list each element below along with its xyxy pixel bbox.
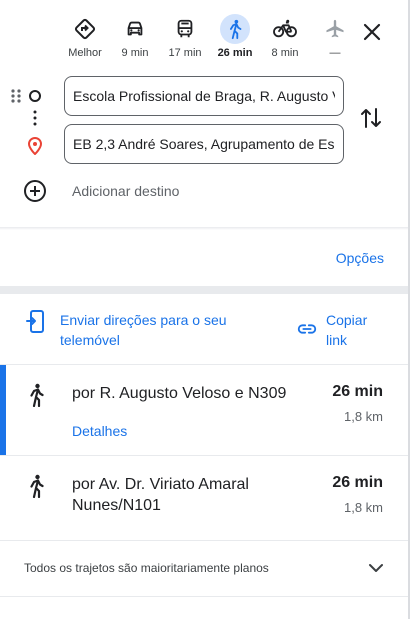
link-icon: [297, 324, 317, 334]
route-2-via: por Av. Dr. Viriato Amaral Nunes/N101: [72, 476, 249, 514]
add-destination-label: Adicionar destino: [72, 183, 180, 199]
route-1-time: 26 min: [332, 383, 383, 400]
add-destination-button[interactable]: Adicionar destino: [24, 180, 179, 202]
route-option-1[interactable]: por R. Augusto Veloso e N309 26 min 1,8 …: [0, 365, 408, 455]
swap-icon[interactable]: [360, 106, 382, 130]
route-1-distance: 1,8 km: [343, 409, 383, 424]
section-divider: [0, 286, 408, 294]
send-to-phone-icon: [26, 310, 44, 333]
copy-link-label: Copiar link: [326, 312, 368, 348]
mode-best-label: Melhor: [68, 47, 102, 59]
mode-car-label: 9 min: [121, 47, 149, 59]
destination-pin-icon: [28, 137, 42, 155]
route-option-2[interactable]: por Av. Dr. Viriato Amaral Nunes/N101 26…: [0, 456, 408, 540]
options-button[interactable]: Opções: [336, 250, 384, 266]
bus-icon: [170, 14, 200, 44]
send-directions-button[interactable]: Enviar direções para o seu telemóvel: [26, 310, 250, 350]
separator: [0, 596, 408, 597]
car-icon: [120, 14, 150, 44]
walking-icon: [30, 383, 44, 407]
route-1-details-link[interactable]: Detalhes: [72, 423, 127, 439]
airplane-icon: [320, 14, 350, 44]
chevron-down-icon[interactable]: [366, 560, 386, 576]
copy-link-button[interactable]: Copiar link: [296, 310, 376, 350]
walking-icon: [30, 474, 44, 498]
bicycle-icon: [270, 14, 300, 44]
diamond-turn-icon: [70, 14, 100, 44]
origin-input-value: Escola Profissional de Braga, R. Augusto…: [73, 88, 335, 104]
travel-mode-bar: Melhor 9 min 17 min 26 min 8 min —: [60, 14, 360, 60]
walking-icon: [220, 14, 250, 44]
route-2-time: 26 min: [332, 474, 383, 491]
mode-walk-label: 26 min: [217, 47, 253, 59]
destination-input-value: EB 2,3 André Soares, Agrupamento de Esco…: [73, 136, 335, 152]
mode-transit-label: 17 min: [168, 47, 202, 59]
separator: [0, 540, 408, 541]
directions-panel: Melhor 9 min 17 min 26 min 8 min — Escol…: [0, 0, 408, 619]
terrain-note: Todos os trajetos são maioritariamente p…: [24, 561, 269, 575]
selected-route-indicator: [0, 365, 6, 455]
drag-handle-icon[interactable]: [11, 89, 21, 103]
mode-walk[interactable]: 26 min: [210, 14, 260, 60]
send-directions-label: Enviar direções para o seu telemóvel: [60, 312, 227, 348]
mode-bike[interactable]: 8 min: [260, 14, 310, 60]
destination-input[interactable]: EB 2,3 André Soares, Agrupamento de Esco…: [64, 124, 344, 164]
mode-best[interactable]: Melhor: [60, 14, 110, 60]
plus-circle-icon: [24, 180, 46, 202]
close-icon: [363, 23, 381, 41]
mode-flight[interactable]: —: [310, 14, 360, 60]
route-2-distance: 1,8 km: [343, 500, 383, 515]
mode-car[interactable]: 9 min: [110, 14, 160, 60]
close-button[interactable]: [358, 18, 386, 46]
mode-bike-label: 8 min: [271, 47, 299, 59]
origin-input[interactable]: Escola Profissional de Braga, R. Augusto…: [64, 76, 344, 116]
route-dots-icon: [33, 110, 37, 126]
origin-circle-icon: [29, 90, 41, 102]
mode-flight-label: —: [329, 47, 341, 59]
mode-transit[interactable]: 17 min: [160, 14, 210, 60]
route-1-via: por R. Augusto Veloso e N309: [72, 385, 287, 402]
header-divider: [0, 227, 408, 230]
